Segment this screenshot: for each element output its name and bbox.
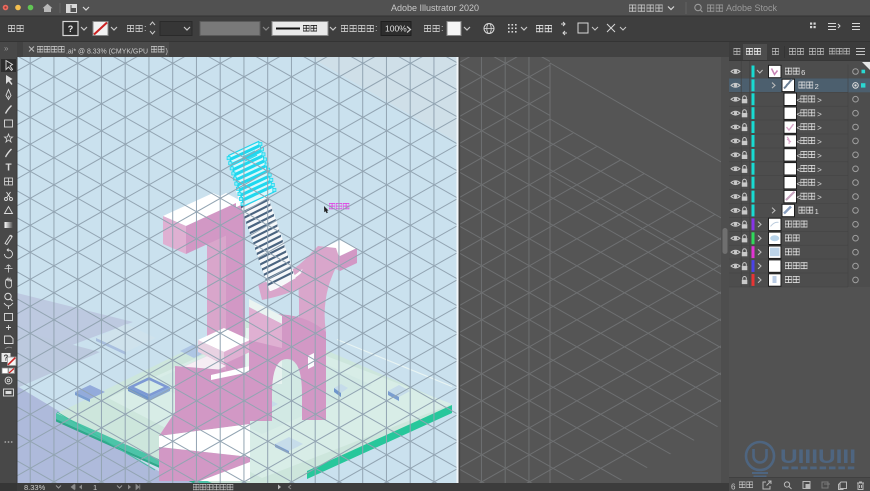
svg-text:>: > [817,138,822,147]
svg-text:>: > [817,165,822,174]
svg-text::: : [375,23,378,33]
svg-text:T: T [5,163,11,174]
svg-text:>: > [817,193,822,202]
svg-text::: : [144,23,147,33]
svg-text:<: < [797,165,802,174]
svg-text:>: > [817,96,822,105]
svg-text:<: < [797,96,802,105]
svg-text:>: > [817,152,822,161]
svg-text:?: ? [68,24,74,34]
svg-text:.ai* @ 8.33% (CMYK/GPU: .ai* @ 8.33% (CMYK/GPU [66,47,148,56]
svg-text:): ) [166,47,168,56]
svg-text:»: » [4,44,9,53]
svg-text:<: < [797,152,802,161]
svg-text:>: > [817,124,822,133]
svg-text:6: 6 [731,483,736,491]
svg-text:>: > [817,179,822,188]
svg-text:100%: 100% [385,24,407,34]
svg-text:Adobe Stock: Adobe Stock [726,3,778,13]
svg-text:<: < [797,193,802,202]
svg-text:2: 2 [815,82,819,91]
svg-text:8.33%: 8.33% [24,483,46,491]
svg-text:1: 1 [815,207,819,216]
svg-text:6: 6 [801,68,805,77]
svg-text:<: < [797,179,802,188]
svg-text:<: < [797,110,802,119]
svg-text:UIIIUIII: UIIIUIII [780,446,856,468]
svg-text:>: > [817,110,822,119]
svg-text:Adobe Illustrator 2020: Adobe Illustrator 2020 [391,3,479,13]
svg-text:<: < [797,124,802,133]
svg-text::: : [441,23,444,33]
svg-text:<: < [797,138,802,147]
svg-text:1: 1 [93,483,97,491]
